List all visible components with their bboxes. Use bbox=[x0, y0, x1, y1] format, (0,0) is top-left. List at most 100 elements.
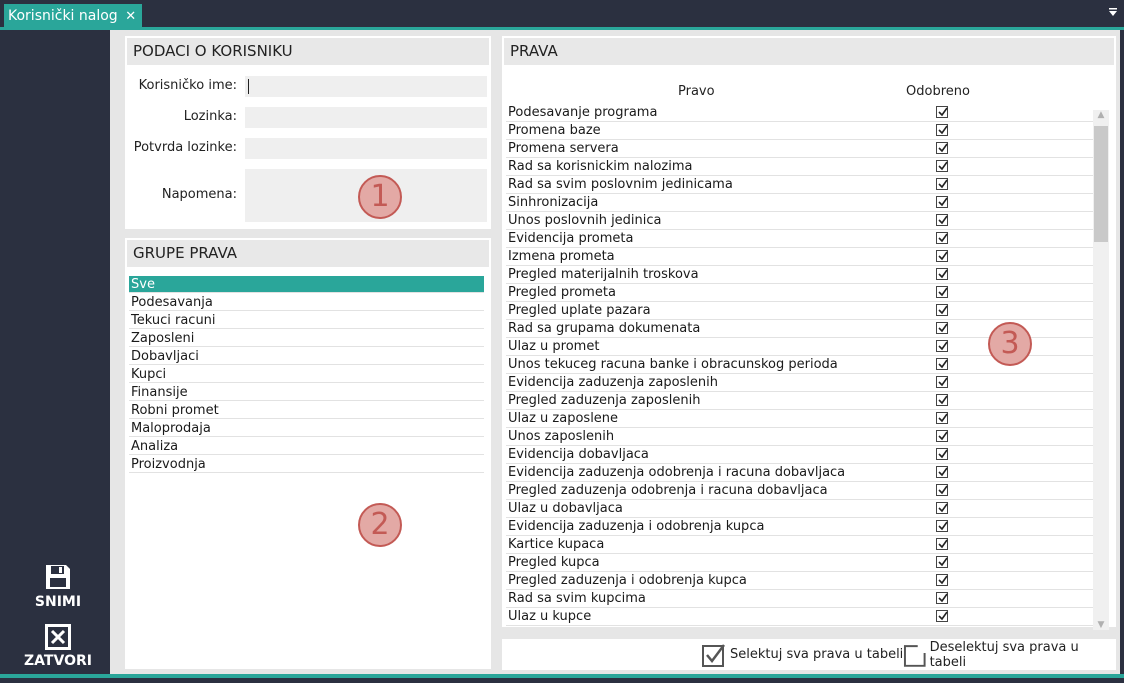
rights-row[interactable]: Pregled uplate pazara bbox=[506, 302, 1093, 320]
right-name: Podesavanje programa bbox=[508, 105, 658, 120]
tab-title: Korisnički nalog bbox=[8, 8, 118, 24]
rights-row[interactable]: Pregled prometa bbox=[506, 284, 1093, 302]
approved-checkbox[interactable] bbox=[936, 502, 948, 514]
approved-checkbox[interactable] bbox=[936, 178, 948, 190]
rights-row[interactable]: Sinhronizacija bbox=[506, 194, 1093, 212]
rights-row[interactable]: Evidencija zaduzenja odobrenja i racuna … bbox=[506, 464, 1093, 482]
approved-checkbox[interactable] bbox=[936, 124, 948, 136]
user-panel-header: PODACI O KORISNIKU bbox=[127, 38, 489, 65]
check-icon bbox=[938, 323, 948, 333]
check-icon bbox=[938, 233, 948, 243]
approved-checkbox[interactable] bbox=[936, 322, 948, 334]
approved-checkbox[interactable] bbox=[936, 268, 948, 280]
approved-checkbox[interactable] bbox=[936, 556, 948, 568]
column-header-approved[interactable]: Odobreno bbox=[906, 84, 970, 99]
tab-korisnicki-nalog[interactable]: Korisnički nalog ✕ bbox=[4, 4, 142, 28]
approved-checkbox[interactable] bbox=[936, 538, 948, 550]
approved-checkbox[interactable] bbox=[936, 376, 948, 388]
confirm-password-input[interactable] bbox=[245, 138, 487, 159]
approved-checkbox[interactable] bbox=[936, 250, 948, 262]
save-button[interactable]: SNIMI bbox=[18, 563, 98, 610]
approved-checkbox[interactable] bbox=[936, 448, 948, 460]
group-item[interactable]: Dobavljaci bbox=[129, 348, 484, 365]
approved-checkbox[interactable] bbox=[936, 340, 948, 352]
group-item[interactable]: Maloprodaja bbox=[129, 420, 484, 437]
rights-row[interactable]: Izmena prometa bbox=[506, 248, 1093, 266]
rights-row[interactable]: Ulaz u zaposlene bbox=[506, 410, 1093, 428]
badge-1: 1 bbox=[358, 175, 402, 219]
rights-row[interactable]: Unos zaposlenih bbox=[506, 428, 1093, 446]
group-item[interactable]: Zaposleni bbox=[129, 330, 484, 347]
menu-arrow-icon[interactable] bbox=[1108, 7, 1118, 20]
rights-row[interactable]: Pregled zaduzenja odobrenja i racuna dob… bbox=[506, 482, 1093, 500]
check-icon bbox=[938, 539, 948, 549]
main-area: PODACI O KORISNIKU Korisničko ime: Lozin… bbox=[110, 30, 1120, 674]
group-item[interactable]: Finansije bbox=[129, 384, 484, 401]
group-item[interactable]: Analiza bbox=[129, 438, 484, 455]
select-all-button[interactable]: Selektuj sva prava u tabeli bbox=[702, 639, 903, 670]
approved-checkbox[interactable] bbox=[936, 484, 948, 496]
title-bar: Korisnički nalog ✕ bbox=[0, 0, 1124, 28]
rights-row[interactable]: Evidencija dobavljaca bbox=[506, 446, 1093, 464]
approved-checkbox[interactable] bbox=[936, 196, 948, 208]
close-icon[interactable]: ✕ bbox=[124, 9, 138, 24]
rights-row[interactable]: Rad sa korisnickim nalozima bbox=[506, 158, 1093, 176]
rights-row[interactable]: Rad sa svim kupcima bbox=[506, 590, 1093, 608]
approved-checkbox[interactable] bbox=[936, 592, 948, 604]
rights-row[interactable]: Promena baze bbox=[506, 122, 1093, 140]
approved-checkbox[interactable] bbox=[936, 358, 948, 370]
group-item[interactable]: Sve bbox=[129, 276, 484, 293]
rights-row[interactable]: Pregled zaduzenja i odobrenja kupca bbox=[506, 572, 1093, 590]
right-name: Pregled materijalnih troskova bbox=[508, 267, 699, 282]
right-name: Ulaz u dobavljaca bbox=[508, 501, 623, 516]
check-icon bbox=[938, 305, 948, 315]
approved-checkbox[interactable] bbox=[936, 412, 948, 424]
rights-row[interactable]: Evidencija zaduzenja zaposlenih bbox=[506, 374, 1093, 392]
group-item[interactable]: Robni promet bbox=[129, 402, 484, 419]
approved-checkbox[interactable] bbox=[936, 466, 948, 478]
group-item[interactable]: Kupci bbox=[129, 366, 484, 383]
close-button[interactable]: ZATVORI bbox=[18, 624, 98, 669]
column-header-right[interactable]: Pravo bbox=[678, 84, 715, 99]
group-item[interactable]: Tekuci racuni bbox=[129, 312, 484, 329]
approved-checkbox[interactable] bbox=[936, 520, 948, 532]
rights-row[interactable]: Evidencija prometa bbox=[506, 230, 1093, 248]
scroll-down-icon[interactable]: ▼ bbox=[1093, 620, 1109, 630]
rights-row[interactable]: Pregled zaduzenja zaposlenih bbox=[506, 392, 1093, 410]
rights-row[interactable]: Evidencija zaduzenja i odobrenja kupca bbox=[506, 518, 1093, 536]
group-item[interactable]: Proizvodnja bbox=[129, 456, 484, 473]
group-item[interactable]: Podesavanja bbox=[129, 294, 484, 311]
deselect-all-button[interactable]: Deselektuj sva prava u tabeli bbox=[902, 639, 1116, 670]
rights-row[interactable]: Promena servera bbox=[506, 140, 1093, 158]
right-name: Ulaz u zaposlene bbox=[508, 411, 619, 426]
rights-row[interactable]: Ulaz u kupce bbox=[506, 608, 1093, 626]
rights-row[interactable]: Unos poslovnih jedinica bbox=[506, 212, 1093, 230]
username-input[interactable] bbox=[245, 76, 487, 97]
password-label: Lozinka: bbox=[183, 109, 237, 124]
check-icon bbox=[938, 395, 948, 405]
rights-row[interactable]: Rad sa svim poslovnim jedinicama bbox=[506, 176, 1093, 194]
rights-row[interactable]: Pregled materijalnih troskova bbox=[506, 266, 1093, 284]
rights-scrollbar[interactable]: ▲ ▼ bbox=[1093, 110, 1109, 630]
rights-row[interactable]: Pregled kupca bbox=[506, 554, 1093, 572]
approved-checkbox[interactable] bbox=[936, 106, 948, 118]
rights-row[interactable]: Podesavanje programa bbox=[506, 104, 1093, 122]
approved-checkbox[interactable] bbox=[936, 232, 948, 244]
approved-checkbox[interactable] bbox=[936, 430, 948, 442]
approved-checkbox[interactable] bbox=[936, 142, 948, 154]
approved-checkbox[interactable] bbox=[936, 304, 948, 316]
approved-checkbox[interactable] bbox=[936, 214, 948, 226]
approved-checkbox[interactable] bbox=[936, 286, 948, 298]
rights-row[interactable]: Kartice kupaca bbox=[506, 536, 1093, 554]
approved-checkbox[interactable] bbox=[936, 160, 948, 172]
approved-checkbox[interactable] bbox=[936, 574, 948, 586]
scroll-thumb[interactable] bbox=[1094, 126, 1108, 242]
right-name: Promena baze bbox=[508, 123, 601, 138]
approved-checkbox[interactable] bbox=[936, 610, 948, 622]
scroll-up-icon[interactable]: ▲ bbox=[1093, 110, 1109, 120]
right-name: Izmena prometa bbox=[508, 249, 615, 264]
right-name: Rad sa svim kupcima bbox=[508, 591, 646, 606]
approved-checkbox[interactable] bbox=[936, 394, 948, 406]
rights-row[interactable]: Ulaz u dobavljaca bbox=[506, 500, 1093, 518]
password-input[interactable] bbox=[245, 107, 487, 128]
